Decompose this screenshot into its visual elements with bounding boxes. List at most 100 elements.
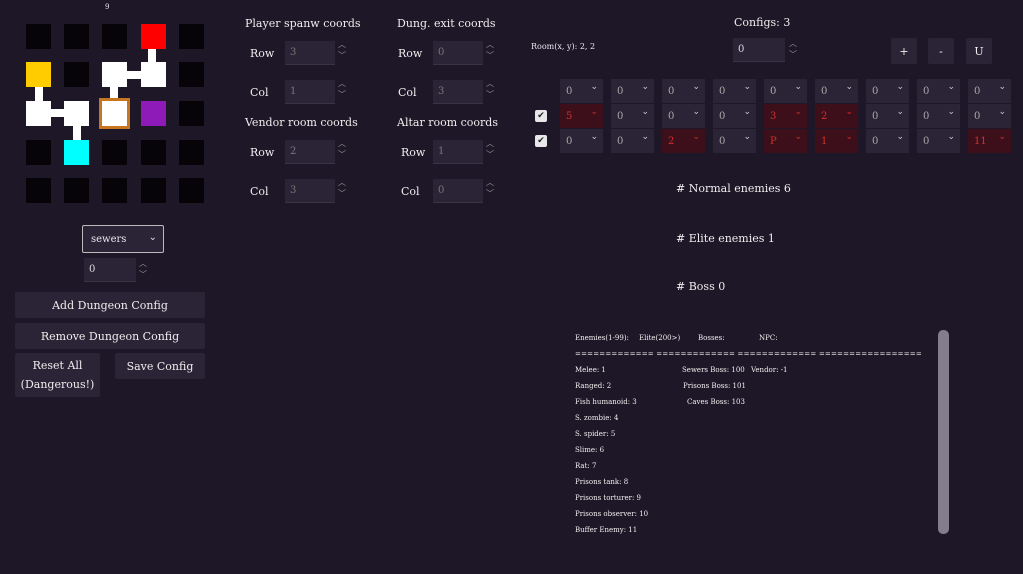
map-room-empty[interactable] xyxy=(179,140,204,165)
chevron-down-icon[interactable]: ﹀ xyxy=(138,269,148,280)
room-cell-select[interactable]: 0 ⌄ xyxy=(968,104,1011,128)
map-room-empty[interactable] xyxy=(179,178,204,203)
room-cell-select[interactable]: 0 ⌄ xyxy=(713,104,756,128)
vendor-col-input[interactable]: 3 xyxy=(285,179,335,203)
room-cell-select[interactable]: 0 ⌄ xyxy=(866,79,909,103)
map-room-white[interactable] xyxy=(64,101,89,126)
config-index-spinner[interactable]: 0 xyxy=(733,38,785,62)
altar-col-input[interactable]: 0 xyxy=(433,179,483,203)
room-cell-select[interactable]: 0 ⌄ xyxy=(611,104,654,128)
chevron-down-icon[interactable]: ﹀ xyxy=(337,89,347,100)
map-room-white[interactable] xyxy=(141,62,166,87)
chevron-down-icon[interactable]: ﹀ xyxy=(337,149,347,160)
map-room-empty[interactable] xyxy=(179,101,204,126)
altar-row-stepper[interactable]: ︿ ﹀ xyxy=(485,138,495,160)
altar-col-stepper[interactable]: ︿ ﹀ xyxy=(485,177,495,199)
remove-config-button[interactable]: - xyxy=(928,38,954,64)
spawn-col-stepper[interactable]: ︿ ﹀ xyxy=(337,78,347,100)
map-room-empty[interactable] xyxy=(26,140,51,165)
config-index-arrows[interactable]: ︿ ﹀ xyxy=(788,38,798,60)
dungeon-select[interactable]: sewers ⌄ xyxy=(82,225,164,253)
room-cell-select[interactable]: 0 ⌄ xyxy=(917,104,960,128)
room-cell-select[interactable]: 0 ⌄ xyxy=(560,79,603,103)
room-cell-select[interactable]: 0 ⌄ xyxy=(917,79,960,103)
room-cell-select[interactable]: 0 ⌄ xyxy=(968,79,1011,103)
map-room-white[interactable] xyxy=(26,101,51,126)
chevron-up-icon[interactable]: ︿ xyxy=(485,138,495,149)
room-cell-select[interactable]: 0 ⌄ xyxy=(866,129,909,153)
config-spinner-arrows[interactable]: ︿ ﹀ xyxy=(138,258,148,280)
map-room-cyan[interactable] xyxy=(64,140,89,165)
map-room-empty[interactable] xyxy=(26,24,51,49)
room-cell-select[interactable]: 0 ⌄ xyxy=(815,79,858,103)
chevron-down-icon[interactable]: ﹀ xyxy=(485,188,495,199)
chevron-down-icon[interactable]: ﹀ xyxy=(485,50,495,61)
chevron-down-icon[interactable]: ﹀ xyxy=(788,49,798,60)
chevron-down-icon[interactable]: ﹀ xyxy=(337,188,347,199)
room-cell-select[interactable]: 0 ⌄ xyxy=(764,79,807,103)
room-cell-select[interactable]: 5 ⌄ xyxy=(560,104,603,128)
chevron-up-icon[interactable]: ︿ xyxy=(485,177,495,188)
exit-col-input[interactable]: 3 xyxy=(433,80,483,104)
chevron-up-icon[interactable]: ︿ xyxy=(485,78,495,89)
chevron-down-icon[interactable]: ﹀ xyxy=(337,50,347,61)
map-room-empty[interactable] xyxy=(141,140,166,165)
room-cell-select[interactable]: 0 ⌄ xyxy=(611,129,654,153)
reset-all-button[interactable]: Reset All (Dangerous!) xyxy=(15,353,100,397)
legend-scrollbar[interactable] xyxy=(938,330,949,534)
room-cell-select[interactable]: 11 ⌄ xyxy=(968,129,1011,153)
vendor-row-stepper[interactable]: ︿ ﹀ xyxy=(337,138,347,160)
room-cell-select[interactable]: 1 ⌄ xyxy=(815,129,858,153)
chevron-up-icon[interactable]: ︿ xyxy=(337,78,347,89)
vendor-col-stepper[interactable]: ︿ ﹀ xyxy=(337,177,347,199)
map-room-empty[interactable] xyxy=(64,178,89,203)
row-checkbox[interactable]: ✔ xyxy=(535,110,547,122)
spawn-row-stepper[interactable]: ︿ ﹀ xyxy=(337,39,347,61)
map-room-white[interactable] xyxy=(102,62,127,87)
altar-row-input[interactable]: 1 xyxy=(433,140,483,164)
update-config-button[interactable]: U xyxy=(966,38,992,64)
add-config-button[interactable]: + xyxy=(891,38,917,64)
chevron-up-icon[interactable]: ︿ xyxy=(138,258,148,269)
map-room-empty[interactable] xyxy=(102,140,127,165)
room-cell-select[interactable]: 0 ⌄ xyxy=(662,104,705,128)
room-cell-select[interactable]: 0 ⌄ xyxy=(917,129,960,153)
chevron-up-icon[interactable]: ︿ xyxy=(337,138,347,149)
spawn-row-input[interactable]: 3 xyxy=(285,41,335,65)
add-dungeon-config-button[interactable]: Add Dungeon Config xyxy=(15,292,205,318)
remove-dungeon-config-button[interactable]: Remove Dungeon Config xyxy=(15,323,205,349)
map-room-empty[interactable] xyxy=(64,62,89,87)
exit-col-stepper[interactable]: ︿ ﹀ xyxy=(485,78,495,100)
chevron-up-icon[interactable]: ︿ xyxy=(337,177,347,188)
room-cell-select[interactable]: 0 ⌄ xyxy=(713,79,756,103)
map-room-selected[interactable] xyxy=(99,98,130,129)
room-cell-select[interactable]: 0 ⌄ xyxy=(662,79,705,103)
exit-row-stepper[interactable]: ︿ ﹀ xyxy=(485,39,495,61)
chevron-up-icon[interactable]: ︿ xyxy=(337,39,347,50)
room-cell-select[interactable]: 3 ⌄ xyxy=(764,104,807,128)
map-room-yellow[interactable] xyxy=(26,62,51,87)
room-cell-select[interactable]: 0 ⌄ xyxy=(560,129,603,153)
map-room-empty[interactable] xyxy=(64,24,89,49)
chevron-up-icon[interactable]: ︿ xyxy=(485,39,495,50)
map-room-empty[interactable] xyxy=(141,178,166,203)
exit-row-input[interactable]: 0 xyxy=(433,41,483,65)
map-room-empty[interactable] xyxy=(102,178,127,203)
chevron-up-icon[interactable]: ︿ xyxy=(788,38,798,49)
map-room-empty[interactable] xyxy=(26,178,51,203)
vendor-row-input[interactable]: 2 xyxy=(285,140,335,164)
chevron-down-icon[interactable]: ﹀ xyxy=(485,89,495,100)
chevron-down-icon[interactable]: ﹀ xyxy=(485,149,495,160)
save-config-button[interactable]: Save Config xyxy=(115,353,205,379)
room-cell-select[interactable]: P ⌄ xyxy=(764,129,807,153)
room-cell-select[interactable]: 2 ⌄ xyxy=(662,129,705,153)
room-cell-select[interactable]: 0 ⌄ xyxy=(611,79,654,103)
map-room-purple[interactable] xyxy=(141,101,166,126)
room-cell-select[interactable]: 2 ⌄ xyxy=(815,104,858,128)
map-room-empty[interactable] xyxy=(102,24,127,49)
row-checkbox[interactable]: ✔ xyxy=(535,135,547,147)
room-cell-select[interactable]: 0 ⌄ xyxy=(866,104,909,128)
map-room-red[interactable] xyxy=(141,24,166,49)
spawn-col-input[interactable]: 1 xyxy=(285,80,335,104)
map-room-empty[interactable] xyxy=(179,62,204,87)
